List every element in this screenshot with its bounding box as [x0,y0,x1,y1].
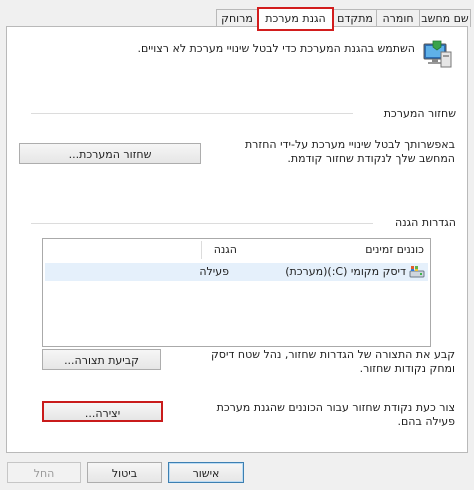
tab-system-protection[interactable]: הגנת מערכת [257,7,334,31]
intro-text: השתמש בהגנת המערכת כדי לבטל שינויי מערכת… [137,42,415,55]
drive-name: דיסק מקומי (C:)(מערכת) [285,265,406,278]
system-restore-button[interactable]: שחזור המערכת... [19,143,201,164]
drive-icon [409,265,425,279]
system-restore-description: באפשרותך לבטל שינויי מערכת על-ידי החזרת … [244,138,455,165]
tab-hardware[interactable]: חומרה [376,9,420,27]
tab-computer-name[interactable]: שם מחשב [419,9,471,27]
tab-strip: שם מחשב חומרה מתקדם הגנת מערכת מרוחק [6,7,471,31]
configure-description: קבע את התצורה של הגדרות שחזור, נהל שטח ד… [211,348,455,375]
tab-panel: השתמש בהגנת המערכת כדי לבטל שינויי מערכת… [6,26,468,453]
table-row[interactable]: דיסק מקומי (C:)(מערכת) פעילה [45,263,428,281]
protection-status: פעילה [199,265,229,278]
tab-remote[interactable]: מרוחק [216,9,258,27]
tab-advanced[interactable]: מתקדם [333,9,377,27]
column-header-available-drives[interactable]: כוננים זמינים [284,243,424,256]
create-description: צור כעת נקודת שחזור עבור הכוננים שהגנת מ… [216,401,455,428]
create-button[interactable]: יצירה... [42,401,163,422]
protection-table[interactable]: כוננים זמינים הגנה דיסק מקומי (C:)(מערכת… [42,238,431,347]
apply-button[interactable]: החל [7,462,81,483]
system-protection-icon [421,39,453,71]
system-restore-section-title: שחזור המערכת [383,107,456,120]
ok-button[interactable]: אישור [168,462,244,483]
configure-button[interactable]: קביעת תצורה... [42,349,161,370]
protection-settings-divider [31,223,373,224]
cancel-button[interactable]: ביטול [87,462,162,483]
system-restore-divider [31,113,353,114]
column-header-protection[interactable]: הגנה [137,243,237,256]
